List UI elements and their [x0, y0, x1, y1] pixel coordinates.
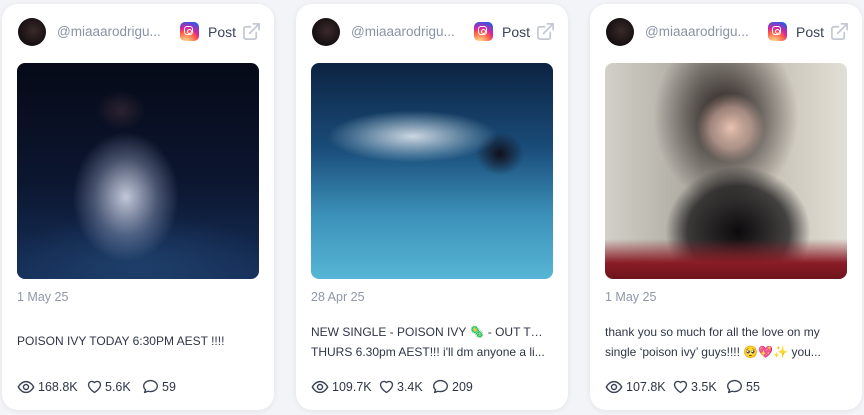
post-type-label: Post — [502, 24, 531, 40]
account-handle[interactable]: @miaaarodrigu... — [645, 24, 753, 39]
card-header: @miaaarodrigu... Post — [606, 18, 850, 46]
post-image[interactable] — [311, 63, 553, 279]
post-caption: POISON IVY TODAY 6:30PM AEST !!!! — [17, 331, 253, 351]
comment-icon — [433, 379, 448, 394]
views-count: 109.7K — [332, 380, 372, 394]
post-card[interactable]: @miaaarodrigu... Post 28 Apr 25 NEW SING… — [296, 4, 568, 410]
heart-icon — [379, 380, 394, 394]
heart-icon — [673, 380, 688, 394]
comment-icon — [143, 379, 158, 394]
instagram-icon — [180, 22, 199, 41]
account-handle[interactable]: @miaaarodrigu... — [351, 24, 459, 39]
eye-icon — [17, 380, 35, 394]
instagram-icon — [768, 22, 787, 41]
post-image[interactable] — [605, 63, 847, 279]
post-caption: thank you so much for all the love on my… — [605, 322, 841, 362]
likes-count: 3.5K — [691, 380, 717, 394]
caption-line: single ‘poison ivy’ guys!!!! 🥺💖✨ you... — [605, 345, 821, 359]
external-link-icon[interactable] — [830, 22, 849, 41]
avatar[interactable] — [606, 18, 634, 46]
card-header: @miaaarodrigu... Post — [18, 18, 262, 46]
post-date: 1 May 25 — [605, 290, 657, 304]
post-date: 28 Apr 25 — [311, 290, 365, 304]
caption-line: POISON IVY TODAY 6:30PM AEST !!!! — [17, 334, 225, 348]
comments-count: 209 — [452, 380, 473, 394]
post-type-label: Post — [796, 24, 825, 40]
external-link-icon[interactable] — [536, 22, 555, 41]
caption-line: THURS 6.30pm AEST!!! i'll dm anyone a li… — [311, 345, 545, 359]
heart-icon — [87, 380, 102, 394]
avatar[interactable] — [312, 18, 340, 46]
instagram-icon — [474, 22, 493, 41]
comments-count: 55 — [746, 380, 760, 394]
post-type-label: Post — [208, 24, 237, 40]
likes-count: 5.6K — [105, 380, 131, 394]
post-image[interactable] — [17, 63, 259, 279]
caption-line: NEW SINGLE - POISON IVY 🦠 - OUT THIS — [311, 325, 547, 339]
eye-icon — [605, 380, 623, 394]
caption-line: thank you so much for all the love on my — [605, 325, 820, 339]
comment-icon — [727, 379, 742, 394]
views-count: 107.8K — [626, 380, 666, 394]
post-date: 1 May 25 — [17, 290, 69, 304]
post-card[interactable]: @miaaarodrigu... Post 1 May 25 POISON IV… — [2, 4, 274, 410]
account-handle[interactable]: @miaaarodrigu... — [57, 24, 165, 39]
likes-count: 3.4K — [397, 380, 423, 394]
post-card[interactable]: @miaaarodrigu... Post 1 May 25 thank you… — [590, 4, 862, 410]
eye-icon — [311, 380, 329, 394]
comments-count: 59 — [162, 380, 176, 394]
external-link-icon[interactable] — [242, 22, 261, 41]
post-caption: NEW SINGLE - POISON IVY 🦠 - OUT THIS THU… — [311, 322, 547, 362]
views-count: 168.8K — [38, 380, 78, 394]
card-header: @miaaarodrigu... Post — [312, 18, 556, 46]
avatar[interactable] — [18, 18, 46, 46]
